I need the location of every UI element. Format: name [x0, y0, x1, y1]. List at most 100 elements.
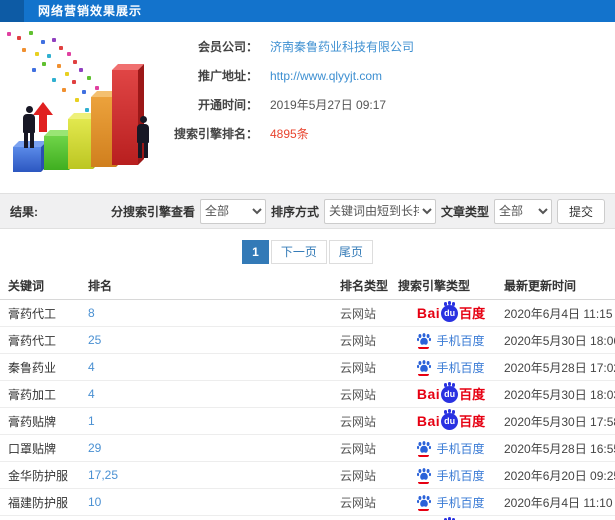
- mobile-baidu-logo-icon: 手机百度: [417, 494, 485, 511]
- rank-link[interactable]: 10: [88, 495, 340, 509]
- updated-cell: 2020年5月30日 18:03: [504, 387, 615, 402]
- rank-link[interactable]: 29: [88, 441, 340, 455]
- rank-link[interactable]: 25: [88, 333, 340, 347]
- confetti-decoration: [7, 32, 11, 36]
- updated-cell: 2020年6月4日 11:10: [504, 495, 613, 510]
- chart-illustration: [3, 28, 173, 186]
- table-header-1: 排名: [88, 279, 113, 293]
- keyword-cell: 秦鲁药业: [8, 360, 57, 375]
- table-header-3: 搜索引擎类型: [398, 279, 471, 293]
- article-type-label: 文章类型: [440, 204, 489, 219]
- sort-label: 排序方式: [270, 204, 319, 219]
- table-row: 口罩贴牌 29 云网站 手机百度 2020年5月28日 16:55: [0, 435, 615, 462]
- mobile-paw-icon: [417, 440, 432, 457]
- info-row-company: 会员公司： 济南秦鲁药业科技有限公司: [172, 32, 414, 61]
- rank-type-cell: 云网站: [340, 387, 377, 402]
- baidu-paw-icon: du: [441, 409, 459, 430]
- bar-green-icon: [44, 130, 75, 170]
- engine-cell: 手机百度: [398, 467, 504, 484]
- titlebar-corner: [0, 0, 24, 22]
- info-label-ranking: 搜索引擎排名：: [173, 127, 258, 141]
- engine-cell: 手机百度: [398, 332, 504, 349]
- mobile-paw-icon: [417, 332, 432, 349]
- updated-cell: 2020年5月30日 18:06: [504, 333, 615, 348]
- keyword-cell: 福建防护服: [8, 495, 69, 510]
- keyword-cell: 膏药贴牌: [8, 414, 57, 429]
- rank-link[interactable]: 17,25: [88, 468, 340, 482]
- mobile-baidu-label: 手机百度: [436, 441, 485, 456]
- info-label-open-time: 开通时间：: [197, 98, 258, 112]
- table-row: 秦鲁药业 4 云网站 手机百度 2020年5月28日 17:02: [0, 354, 615, 381]
- last-page-button[interactable]: 尾页: [328, 240, 373, 264]
- mobile-baidu-label: 手机百度: [436, 360, 485, 375]
- engine-cell: 手机百度: [398, 359, 504, 376]
- updated-cell: 2020年6月4日 11:15: [504, 306, 613, 321]
- page-title: 网络营销效果展示: [38, 4, 143, 18]
- rank-type-cell: 云网站: [340, 414, 377, 429]
- baidu-paw-icon: du: [441, 382, 459, 403]
- info-row-ranking: 搜索引擎排名： 4895条: [172, 119, 414, 148]
- next-page-button[interactable]: 下一页: [270, 240, 327, 264]
- engine-cell: 手机百度: [398, 494, 504, 511]
- rank-link[interactable]: 1: [88, 414, 340, 428]
- mobile-baidu-logo-icon: 手机百度: [417, 440, 485, 457]
- baidu-paw-icon: du: [441, 301, 459, 322]
- info-row-url: 推广地址： http://www.qlyyjt.com: [172, 61, 414, 90]
- table-header-0: 关键词: [8, 279, 45, 293]
- mobile-baidu-label: 手机百度: [436, 333, 485, 348]
- pagination: 1 下一页 尾页: [0, 240, 615, 264]
- mobile-baidu-logo-icon: 手机百度: [417, 359, 485, 376]
- company-info: 会员公司： 济南秦鲁药业科技有限公司推广地址： http://www.qlyyjt.…: [172, 32, 414, 148]
- info-value-url[interactable]: http://www.qlyyjt.com: [270, 69, 382, 83]
- rank-link[interactable]: 4: [88, 360, 340, 374]
- info-row-open-time: 开通时间： 2019年5月27日 09:17: [172, 90, 414, 119]
- table-row: 福建防护服 10 云网站 手机百度 2020年6月4日 11:10: [0, 489, 615, 516]
- businessman-left-icon: [21, 106, 37, 148]
- keyword-cell: 膏药加工: [8, 387, 57, 402]
- mobile-baidu-logo-icon: 手机百度: [417, 467, 485, 484]
- table-row: 膏药代工 8 云网站 Bai du 百度 2020年6月4日 11:15: [0, 300, 615, 327]
- info-value-open-time: 2019年5月27日 09:17: [270, 98, 387, 112]
- mobile-baidu-logo-icon: 手机百度: [417, 332, 485, 349]
- table-body: 膏药代工 8 云网站 Bai du 百度 2020年6月4日 11:15 膏药代工 25 云网站手…: [0, 300, 615, 520]
- table-header-2: 排名类型: [340, 279, 389, 293]
- engine-cell: Bai du 百度: [398, 409, 504, 430]
- table-row: 膏药代工 25 云网站 手机百度 2020年5月30日 18:06: [0, 327, 615, 354]
- rank-type-cell: 云网站: [340, 468, 377, 483]
- baidu-logo-icon: Bai du 百度: [416, 301, 486, 322]
- keyword-cell: 金华防护服: [8, 468, 69, 483]
- rank-type-cell: 云网站: [340, 441, 377, 456]
- businessman-right-icon: [135, 116, 151, 158]
- engine-filter-select[interactable]: 全部: [199, 198, 266, 224]
- table-row: 金华防护服 17,25 云网站 手机百度 2020年6月20日 09:25: [0, 462, 615, 489]
- table-row: 膏药加工 4 云网站 Bai du 百度 2020年5月30日 18:03: [0, 381, 615, 408]
- page: 网络营销效果展示 会员公司： 济南秦鲁药业科技有限公司推广地址： http://ww…: [0, 0, 615, 520]
- rank-link[interactable]: 4: [88, 387, 340, 401]
- rank-type-cell: 云网站: [340, 333, 377, 348]
- sort-select[interactable]: 关键词由短到长排序: [323, 198, 436, 224]
- rank-type-cell: 云网站: [340, 495, 377, 510]
- filter-group: 分搜索引擎查看 全部 排序方式 关键词由短到长排序 文章类型 全部 提交: [111, 198, 605, 224]
- page-1-button[interactable]: 1: [242, 240, 269, 264]
- keyword-cell: 口罩贴牌: [8, 441, 57, 456]
- updated-cell: 2020年5月28日 17:02: [504, 360, 615, 375]
- submit-button[interactable]: 提交: [556, 198, 605, 224]
- baidu-logo-icon: Bai du 百度: [416, 382, 486, 403]
- table-row: 膏药贴牌 1 云网站 Bai du 百度 2020年5月30日 17:58: [0, 408, 615, 435]
- info-panel: 会员公司： 济南秦鲁药业科技有限公司推广地址： http://www.qlyyjt.…: [0, 22, 615, 192]
- rank-link[interactable]: 8: [88, 306, 340, 320]
- table-header-row: 关键词 排名 排名类型 搜索引擎类型 最新更新时间: [0, 272, 615, 300]
- engine-cell: 手机百度: [398, 440, 504, 457]
- baidu-logo-icon: Bai du 百度: [416, 409, 486, 430]
- bar-blue-icon: [13, 141, 47, 172]
- title-bar: 网络营销效果展示: [0, 0, 615, 22]
- mobile-paw-icon: [417, 494, 432, 511]
- info-label-url: 推广地址：: [197, 69, 258, 83]
- keyword-cell: 膏药代工: [8, 306, 57, 321]
- engine-cell: Bai du 百度: [398, 382, 504, 403]
- info-value-company[interactable]: 济南秦鲁药业科技有限公司: [270, 38, 414, 55]
- article-type-select[interactable]: 全部: [493, 198, 552, 224]
- bar-yellow-icon: [68, 113, 99, 169]
- rank-type-cell: 云网站: [340, 306, 377, 321]
- mobile-paw-icon: [417, 467, 432, 484]
